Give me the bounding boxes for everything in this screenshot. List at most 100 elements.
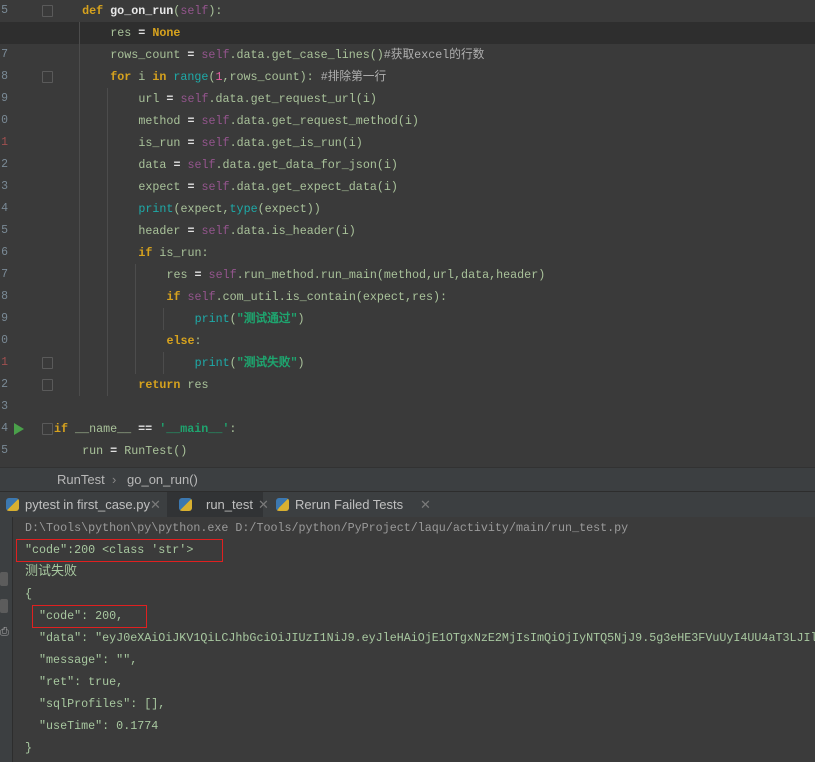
code-token: .data.get_expect_data(i) bbox=[229, 180, 398, 194]
code-token: if bbox=[54, 422, 69, 436]
line-number: 9 bbox=[1, 92, 8, 105]
breadcrumb-separator-icon: › bbox=[112, 472, 117, 487]
code-line: rows_count = self.data.get_case_lines()#… bbox=[110, 44, 484, 66]
code-line: method = self.data.get_request_method(i) bbox=[138, 110, 419, 132]
line-number: 4 bbox=[1, 422, 8, 435]
fold-icon[interactable] bbox=[42, 379, 53, 391]
line-number: 6 bbox=[1, 246, 8, 259]
breadcrumb-class[interactable]: RunTest bbox=[57, 468, 105, 492]
code-line: res = self.run_method.run_main(method,ur… bbox=[166, 264, 545, 286]
breadcrumb-method[interactable]: go_on_run() bbox=[127, 468, 198, 492]
code-token: "测试通过" bbox=[236, 312, 298, 326]
fold-icon[interactable] bbox=[42, 5, 53, 17]
code-token: ) bbox=[297, 356, 305, 370]
code-token: print bbox=[194, 356, 230, 370]
line-number: 4 bbox=[1, 202, 8, 215]
line-number: 0 bbox=[1, 114, 8, 127]
console-output-line: 测试失败 bbox=[25, 564, 78, 579]
code-token: if bbox=[138, 246, 153, 260]
code-line: print("测试通过") bbox=[195, 308, 305, 330]
line-number: 0 bbox=[1, 334, 8, 347]
code-token: res bbox=[180, 378, 209, 392]
line-number: 9 bbox=[1, 312, 8, 325]
code-token: print bbox=[138, 202, 174, 216]
fold-icon[interactable] bbox=[42, 357, 53, 369]
code-line: is_run = self.data.get_is_run(i) bbox=[138, 132, 362, 154]
code-token: else bbox=[166, 334, 195, 348]
indent-guide bbox=[163, 308, 165, 330]
scroll-to-end-icon[interactable] bbox=[0, 599, 8, 613]
code-token: "测试失败" bbox=[236, 356, 298, 370]
code-token: .data.is_header(i) bbox=[229, 224, 356, 238]
code-token: type bbox=[229, 202, 258, 216]
line-number: 7 bbox=[1, 268, 8, 281]
python-test-icon bbox=[276, 498, 289, 511]
tab-pytest-first-case[interactable]: pytest in first_case.py ✕ bbox=[0, 492, 165, 517]
code-token: res bbox=[166, 268, 195, 282]
code-token: is_run bbox=[138, 136, 188, 150]
tab-label: pytest in first_case.py bbox=[25, 497, 150, 512]
line-number: 8 bbox=[1, 290, 8, 303]
code-line: if is_run: bbox=[138, 242, 208, 264]
code-token: ): bbox=[208, 4, 223, 18]
tab-rerun-failed-tests[interactable]: Rerun Failed Tests ✕ bbox=[270, 492, 440, 517]
code-token: in bbox=[152, 70, 167, 84]
code-token: self bbox=[180, 4, 209, 18]
line-number: 5 bbox=[1, 4, 8, 17]
fold-icon[interactable] bbox=[42, 71, 53, 83]
run-console[interactable]: ⎙ D:\Tools\python\py\python.exe D:/Tools… bbox=[0, 517, 815, 762]
indent-guide bbox=[79, 22, 81, 396]
code-token: self bbox=[194, 180, 230, 194]
code-token: is_run: bbox=[152, 246, 209, 260]
close-icon[interactable]: ✕ bbox=[258, 492, 269, 517]
code-token: self bbox=[173, 92, 209, 106]
tab-run-test[interactable]: run_test ✕ bbox=[167, 492, 269, 517]
close-icon[interactable]: ✕ bbox=[420, 492, 431, 517]
code-line: data = self.data.get_data_for_json(i) bbox=[138, 154, 398, 176]
run-icon[interactable] bbox=[14, 423, 24, 435]
code-token: RunTest() bbox=[117, 444, 188, 458]
code-token: self bbox=[194, 114, 230, 128]
code-token: ( bbox=[229, 312, 237, 326]
code-line: print(expect,type(expect)) bbox=[138, 198, 320, 220]
code-token: .data.get_case_lines() bbox=[229, 48, 384, 62]
code-token: (expect)) bbox=[257, 202, 321, 216]
code-token: None bbox=[145, 26, 181, 40]
console-output-line: { bbox=[25, 587, 33, 601]
python-test-icon bbox=[6, 498, 19, 511]
code-token: return bbox=[138, 378, 181, 392]
code-line: def go_on_run(self): bbox=[82, 0, 222, 22]
code-line: header = self.data.is_header(i) bbox=[138, 220, 355, 242]
code-token: : bbox=[229, 422, 237, 436]
line-number: 5 bbox=[1, 224, 8, 237]
line-number: 1 bbox=[1, 136, 8, 149]
code-line: print("测试失败") bbox=[195, 352, 305, 374]
soft-wrap-icon[interactable] bbox=[0, 572, 8, 586]
code-token: (expect, bbox=[173, 202, 230, 216]
code-token: .com_util.is_contain(expect,res): bbox=[215, 290, 448, 304]
code-token: == bbox=[138, 422, 153, 436]
highlight-box-response-code bbox=[32, 605, 147, 628]
console-output-line: "data": "eyJ0eXAiOiJKV1QiLCJhbGciOiJIUzI… bbox=[25, 631, 815, 645]
code-token: ( bbox=[229, 356, 237, 370]
code-token: self bbox=[180, 158, 216, 172]
code-line: run = RunTest() bbox=[82, 440, 187, 462]
close-icon[interactable]: ✕ bbox=[150, 492, 161, 517]
code-token: res bbox=[110, 26, 139, 40]
code-token: .data.get_is_run(i) bbox=[229, 136, 363, 150]
code-token: method bbox=[138, 114, 188, 128]
code-token: #排除第一行 bbox=[320, 70, 387, 84]
code-token: go_on_run bbox=[110, 4, 174, 18]
print-icon[interactable]: ⎙ bbox=[0, 627, 9, 641]
code-editor[interactable]: 567890123456789012345 def go_on_run(self… bbox=[0, 0, 815, 467]
code-token: i bbox=[131, 70, 153, 84]
code-token: ) bbox=[297, 312, 305, 326]
line-number: 3 bbox=[1, 180, 8, 193]
code-token: __name__ bbox=[68, 422, 139, 436]
console-output-line: "message": "", bbox=[25, 653, 138, 667]
code-token: #获取excel的行数 bbox=[383, 48, 485, 62]
fold-icon[interactable] bbox=[42, 423, 53, 435]
line-number: 5 bbox=[1, 444, 8, 457]
run-tool-tabs: pytest in first_case.py ✕ run_test ✕ Rer… bbox=[0, 491, 815, 518]
code-token: self bbox=[194, 136, 230, 150]
